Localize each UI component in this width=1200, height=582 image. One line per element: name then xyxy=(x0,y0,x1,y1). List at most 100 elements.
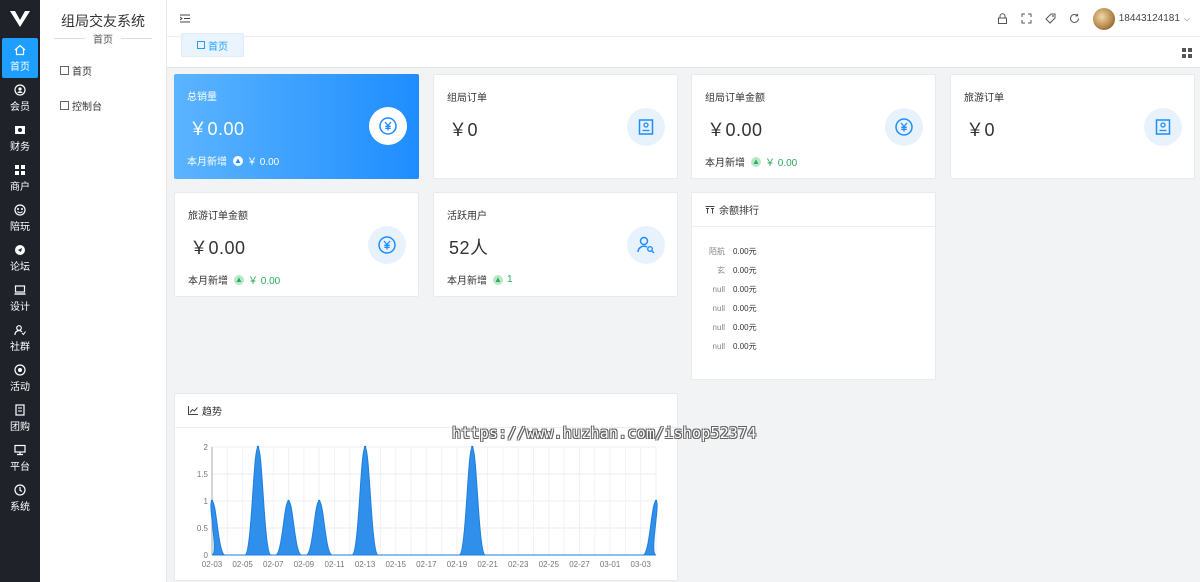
ranking-name: null xyxy=(712,304,725,313)
platform-icon xyxy=(14,444,26,456)
list-item: 玄 0.00元 xyxy=(692,261,935,280)
ranking-value: 0.00元 xyxy=(733,342,757,351)
line-chart-icon xyxy=(188,406,198,415)
rail-item-groupbuy[interactable]: 团购 xyxy=(0,398,40,438)
footer-value: ￥ 0.00 xyxy=(247,157,280,168)
rail-item-label: 商户 xyxy=(10,181,30,193)
ranking-name: 玄 xyxy=(717,266,725,275)
submenu-item-label: 首页 xyxy=(72,66,92,78)
submenu-item-console[interactable]: 控制台 xyxy=(40,95,166,115)
footer-value: ￥ 0.00 xyxy=(248,276,281,287)
rail-item-label: 团购 xyxy=(10,421,30,433)
rail-item-platform[interactable]: 平台 xyxy=(0,438,40,478)
sub-menu: 组局交友系统 首页 首页 控制台 xyxy=(40,0,167,582)
y-tick-label: 1 xyxy=(204,497,209,506)
x-tick-label: 02-15 xyxy=(385,560,406,569)
v-logo-icon xyxy=(10,11,30,27)
card-title: 活跃用户 xyxy=(447,211,487,222)
ranking-name: null xyxy=(712,323,725,332)
y-tick-label: 1.5 xyxy=(197,470,209,479)
card-value: ￥0.00 xyxy=(190,238,246,258)
rail-item-member[interactable]: 会员 xyxy=(0,78,40,118)
username[interactable]: 18443124181 xyxy=(1119,13,1180,24)
card-title: 旅游订单 xyxy=(964,93,1004,104)
main-nav-rail: 首页会员财务商户陪玩 论坛 设计 社群 活动团购平台系统 xyxy=(0,0,40,582)
card-total-sales: 总销量 ￥0.00 本月新增 ▲ ￥ 0.00 xyxy=(174,74,419,179)
community-icon xyxy=(14,324,26,336)
y-tick-label: 0.5 xyxy=(197,524,209,533)
rail-item-label: 系统 xyxy=(10,501,30,513)
submenu-item-home[interactable]: 首页 xyxy=(40,60,166,80)
system-icon xyxy=(14,483,26,496)
user-search-icon xyxy=(627,226,665,264)
footer-value: 1 xyxy=(507,274,513,285)
tab-home[interactable]: 首页 xyxy=(181,33,244,57)
rail-item-label: 首页 xyxy=(10,61,30,73)
avatar[interactable] xyxy=(1092,7,1115,30)
ranking-name: 陌航 xyxy=(709,247,725,256)
card-value: ￥0.00 xyxy=(189,119,245,139)
rail-item-companion[interactable]: 陪玩 xyxy=(0,198,40,238)
x-tick-label: 02-03 xyxy=(202,560,223,569)
lock-screen-button[interactable] xyxy=(991,13,1015,24)
card-value: ￥0 xyxy=(966,120,996,140)
yuan-icon xyxy=(885,108,923,146)
tag-icon xyxy=(1045,13,1056,24)
x-tick-label: 02-23 xyxy=(508,560,529,569)
footer-value: ￥ 0.00 xyxy=(765,158,798,169)
refresh-button[interactable] xyxy=(1063,13,1087,24)
trend-panel: 趋势 0 0.5 1 1.5 2 02-03 02-05 02-07 02-09 02-11 02-… xyxy=(174,393,678,581)
card-travel-orders: 旅游订单 ￥0 xyxy=(950,74,1195,179)
data-point xyxy=(287,499,290,503)
card-footer: 本月新增 ▲ ￥ 0.00 xyxy=(188,272,280,287)
rail-item-system[interactable]: 系统 xyxy=(0,478,40,518)
x-tick-label: 02-11 xyxy=(325,560,345,569)
groupbuy-icon xyxy=(14,403,26,416)
card-value: 52人 xyxy=(449,238,489,258)
rail-item-label: 会员 xyxy=(10,101,30,113)
app-logo[interactable] xyxy=(0,0,40,38)
collapse-menu-button[interactable] xyxy=(179,12,190,26)
card-title: 总销量 xyxy=(187,92,217,103)
ranking-value: 0.00元 xyxy=(733,247,757,256)
ranking-value: 0.00元 xyxy=(733,323,757,332)
rail-item-merchant[interactable]: 商户 xyxy=(0,158,40,198)
menu-grid-icon xyxy=(60,65,69,75)
data-point xyxy=(363,445,367,449)
rail-item-finance[interactable]: 财务 xyxy=(0,118,40,158)
ranking-value: 0.00元 xyxy=(733,304,757,313)
ranking-list: 陌航 0.00元玄 0.00元 null 0.00元 null 0.00元 null 0.00元… xyxy=(692,227,935,356)
card-active-users: 活跃用户 52人 本月新增 ▲ 1 xyxy=(433,192,678,297)
finance-icon xyxy=(14,124,26,136)
ranking-value: 0.00元 xyxy=(733,285,757,294)
card-travel-order-amount: 旅游订单金额 ￥0.00 本月新增 ▲ ￥ 0.00 xyxy=(174,192,419,297)
card-footer: 本月新增 ▲ 1 xyxy=(447,272,513,287)
menu-grid-icon xyxy=(60,100,69,110)
fullscreen-button[interactable] xyxy=(1015,13,1039,24)
rail-item-design[interactable]: 设计 xyxy=(0,278,40,318)
section-label: 首页 xyxy=(93,35,113,46)
rail-item-activity[interactable]: 活动 xyxy=(0,358,40,398)
rail-item-community[interactable]: 社群 xyxy=(0,318,40,358)
data-point xyxy=(210,499,214,503)
rail-item-forum[interactable]: 论坛 xyxy=(0,238,40,278)
chevron-down-icon[interactable]: ⌵ xyxy=(1184,14,1190,24)
trend-chart: 0 0.5 1 1.5 2 02-03 02-05 02-07 02-09 02-11 02-13 0… xyxy=(197,443,658,569)
forum-icon xyxy=(14,244,26,256)
list-item: null 0.00元 xyxy=(692,280,935,299)
x-tick-label: 02-19 xyxy=(447,560,468,569)
refresh-icon xyxy=(1070,13,1080,23)
watermark-text: https://www.huzhan.com/ishop52374 xyxy=(452,424,757,442)
grid-icon xyxy=(1182,48,1192,58)
tab-bar: 首页 xyxy=(167,33,1200,68)
member-icon xyxy=(14,83,26,96)
tab-options-button[interactable] xyxy=(1182,47,1192,61)
theme-button[interactable] xyxy=(1039,13,1063,24)
list-item: null 0.00元 xyxy=(692,337,935,356)
footer-label: 本月新增 xyxy=(705,158,745,169)
fullscreen-icon xyxy=(1021,13,1032,24)
footer-label: 本月新增 xyxy=(187,157,227,168)
rail-item-home[interactable]: 首页 xyxy=(2,38,38,78)
data-point xyxy=(471,445,474,449)
card-value: ￥0 xyxy=(449,120,479,140)
